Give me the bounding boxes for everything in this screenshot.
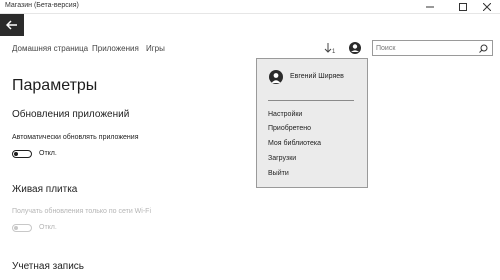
svg-text:1: 1 <box>332 49 336 55</box>
wifi-only-toggle[interactable] <box>12 224 32 232</box>
user-icon <box>349 42 361 54</box>
app-updates-heading: Обновления приложений <box>12 109 130 120</box>
menu-item-downloads[interactable]: Загрузки <box>268 155 296 162</box>
wifi-only-label: Получать обновления только по сети Wi-Fi <box>12 208 151 215</box>
menu-item-purchased[interactable]: Приобретено <box>268 125 311 132</box>
page-title: Параметры <box>12 77 98 94</box>
toggle-knob <box>14 225 18 230</box>
wifi-only-state: Откл. <box>39 224 57 231</box>
auto-update-label: Автоматически обновлять приложения <box>12 134 139 141</box>
maximize-button[interactable] <box>452 0 474 13</box>
maximize-icon <box>459 3 467 11</box>
title-bar: Магазин (Бета-версия) <box>0 0 500 14</box>
nav-games[interactable]: Игры <box>146 44 165 53</box>
close-button[interactable] <box>476 0 498 13</box>
minimize-button[interactable] <box>419 0 441 13</box>
downloads-button[interactable]: 1 <box>323 41 337 55</box>
avatar <box>269 70 283 84</box>
minimize-icon <box>426 6 434 8</box>
window-title: Магазин (Бета-версия) <box>5 2 79 9</box>
close-icon <box>483 3 491 11</box>
live-tile-heading: Живая плитка <box>12 184 78 195</box>
downloads-icon: 1 <box>324 43 336 55</box>
account-heading: Учетная запись <box>12 261 85 272</box>
auto-update-toggle[interactable] <box>12 150 32 158</box>
user-name: Евгений Ширяев <box>290 73 344 80</box>
search-box[interactable] <box>372 40 493 56</box>
toggle-knob <box>14 151 18 156</box>
menu-item-settings[interactable]: Настройки <box>268 111 302 118</box>
auto-update-state: Откл. <box>39 150 57 157</box>
nav-apps[interactable]: Приложения <box>92 44 139 53</box>
account-menu: Евгений Ширяев Настройки Приобретено Моя… <box>256 58 368 188</box>
search-icon[interactable] <box>479 44 488 53</box>
back-button[interactable] <box>0 14 24 36</box>
back-arrow-icon <box>6 20 17 30</box>
menu-divider <box>268 100 354 101</box>
nav-home[interactable]: Домашняя страница <box>12 44 88 53</box>
user-icon <box>271 73 281 83</box>
menu-item-signout[interactable]: Выйти <box>268 170 289 177</box>
search-input[interactable] <box>376 42 474 54</box>
menu-item-library[interactable]: Моя библиотека <box>268 140 321 147</box>
user-button[interactable] <box>348 41 362 55</box>
